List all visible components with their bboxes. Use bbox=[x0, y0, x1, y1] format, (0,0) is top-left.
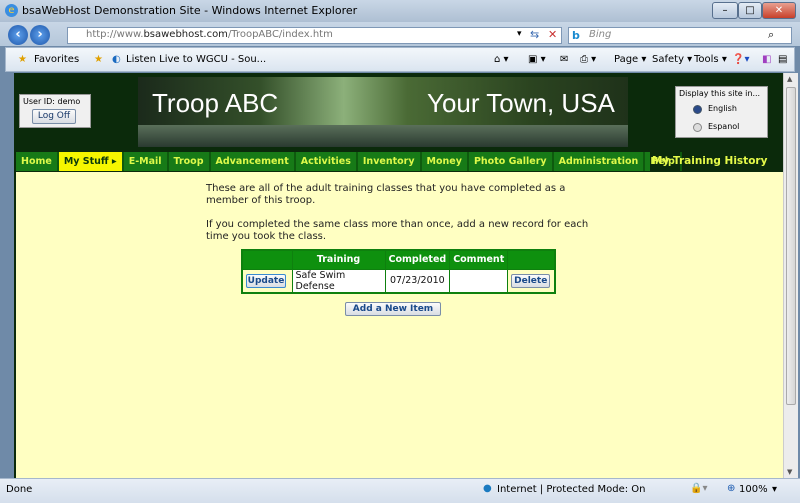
tools-menu[interactable]: Tools ▾ bbox=[694, 54, 727, 65]
intro-paragraph: These are all of the adult training clas… bbox=[206, 183, 566, 206]
search-placeholder: Bing bbox=[589, 29, 612, 40]
safety-menu-label: Safety bbox=[652, 54, 684, 65]
title-bar: bsaWebHost Demonstration Site - Windows … bbox=[0, 0, 800, 22]
main-nav: Home My Stuff ▸ E-Mail Troop Advancement… bbox=[16, 152, 682, 171]
close-button[interactable]: ✕ bbox=[762, 2, 796, 19]
nav-administration[interactable]: Administration bbox=[554, 152, 646, 171]
table-header-row: Training Completed Comment bbox=[241, 249, 556, 270]
page-title: My Training History bbox=[652, 155, 768, 167]
training-cell: Safe Swim Defense bbox=[291, 268, 386, 293]
log-off-button[interactable]: Log Off bbox=[32, 109, 76, 124]
header-training: Training bbox=[291, 249, 386, 270]
training-table: Training Completed Comment Update Safe S… bbox=[241, 249, 556, 294]
search-input[interactable]: Bing bbox=[568, 27, 792, 44]
window-title: bsaWebHost Demonstration Site - Windows … bbox=[22, 4, 358, 17]
update-button[interactable]: Update bbox=[246, 273, 286, 288]
banner-title-left: Troop ABC bbox=[152, 88, 279, 118]
nav-activities[interactable]: Activities bbox=[296, 152, 358, 171]
stop-icon[interactable]: ✕ bbox=[548, 28, 557, 41]
dropdown-icon[interactable]: ▾ bbox=[517, 29, 522, 39]
nav-advancement[interactable]: Advancement bbox=[211, 152, 296, 171]
status-text: Done bbox=[6, 484, 33, 495]
tools-menu-label: Tools bbox=[694, 54, 719, 65]
url-domain: bsawebhost.com bbox=[143, 29, 228, 40]
globe-icon: ● bbox=[483, 483, 492, 494]
page-menu-label: Page bbox=[614, 54, 639, 65]
nav-photo-gallery[interactable]: Photo Gallery bbox=[469, 152, 554, 171]
scroll-up-icon[interactable]: ▲ bbox=[787, 75, 792, 83]
add-new-item-button[interactable]: Add a New Item bbox=[345, 302, 441, 316]
mail-icon[interactable]: ✉ bbox=[560, 54, 568, 65]
favorite-tab-link[interactable]: Listen Live to WGCU - Sou... bbox=[126, 54, 266, 65]
language-box: Display this site in... English Espanol bbox=[675, 86, 768, 138]
safety-menu[interactable]: Safety ▾ bbox=[652, 54, 692, 65]
completed-cell: 07/23/2010 bbox=[384, 268, 451, 293]
table-row: Update Safe Swim Defense 07/23/2010 Dele… bbox=[241, 268, 556, 293]
status-bar: Done ● Internet | Protected Mode: On 🔒▾ … bbox=[0, 478, 800, 503]
zoom-dropdown-icon[interactable]: ▾ bbox=[772, 484, 777, 495]
zoom-icon[interactable]: ⊕ bbox=[727, 483, 735, 494]
favorites-button[interactable]: Favorites bbox=[34, 54, 79, 65]
english-label: English bbox=[708, 104, 737, 113]
back-button[interactable]: ‹ bbox=[8, 25, 28, 45]
content-area bbox=[16, 172, 783, 478]
update-cell: Update bbox=[241, 268, 293, 293]
favorites-star-icon: ★ bbox=[18, 54, 27, 65]
instruction-paragraph: If you completed the same class more tha… bbox=[206, 219, 589, 242]
refresh-icon[interactable]: ⇆ bbox=[530, 28, 539, 41]
comment-cell bbox=[449, 268, 509, 293]
nav-my-stuff[interactable]: My Stuff ▸ bbox=[58, 152, 124, 171]
header-blank bbox=[241, 249, 293, 270]
page-icon: ◐ bbox=[112, 54, 121, 65]
protected-mode-icon[interactable]: 🔒▾ bbox=[690, 483, 707, 494]
nav-home[interactable]: Home bbox=[16, 152, 59, 171]
header-blank-2 bbox=[507, 249, 556, 270]
scroll-down-icon[interactable]: ▼ bbox=[787, 468, 792, 476]
forward-button[interactable]: › bbox=[30, 25, 50, 45]
feeds-icon[interactable]: ▣ ▾ bbox=[528, 54, 546, 65]
add-favorite-icon[interactable]: ★ bbox=[94, 54, 103, 65]
home-icon[interactable]: ⌂ ▾ bbox=[494, 54, 509, 65]
maximize-button[interactable]: □ bbox=[738, 2, 762, 19]
url-path: /TroopABC/index.htm bbox=[227, 29, 333, 40]
delete-button[interactable]: Delete bbox=[511, 273, 551, 288]
banner-water bbox=[138, 125, 628, 147]
nav-money[interactable]: Money bbox=[422, 152, 469, 171]
minimize-button[interactable]: – bbox=[712, 2, 738, 19]
banner-title-right: Your Town, USA bbox=[427, 88, 615, 118]
bing-icon: b bbox=[572, 29, 580, 42]
delete-cell: Delete bbox=[507, 268, 556, 293]
ie-icon: e bbox=[5, 4, 18, 17]
nav-my-stuff-label: My Stuff bbox=[63, 156, 109, 167]
help-icon[interactable]: ❓▾ bbox=[732, 54, 749, 65]
header-completed: Completed bbox=[384, 249, 451, 270]
radio-english[interactable] bbox=[693, 105, 702, 114]
espanol-label: Espanol bbox=[708, 122, 740, 131]
header-comment: Comment bbox=[449, 249, 509, 270]
language-title: Display this site in... bbox=[679, 89, 761, 98]
address-input[interactable]: http://www.bsawebhost.com/TroopABC/index… bbox=[67, 27, 562, 44]
vertical-scrollbar[interactable]: ▲ ▼ bbox=[783, 73, 798, 478]
scrollbar-thumb[interactable] bbox=[786, 87, 796, 405]
search-icon[interactable]: ⌕ bbox=[768, 28, 774, 42]
security-zone: Internet | Protected Mode: On bbox=[497, 484, 646, 495]
radio-espanol[interactable] bbox=[693, 123, 702, 132]
nav-troop[interactable]: Troop bbox=[169, 152, 211, 171]
user-id-label: User ID: demo bbox=[23, 97, 81, 106]
zoom-level[interactable]: 100% bbox=[739, 484, 768, 495]
nav-email[interactable]: E-Mail bbox=[124, 152, 169, 171]
user-box: User ID: demo Log Off bbox=[19, 94, 91, 128]
nav-inventory[interactable]: Inventory bbox=[358, 152, 422, 171]
page-menu[interactable]: Page ▾ bbox=[614, 54, 646, 65]
onenote-icon[interactable]: ◧ bbox=[762, 54, 771, 65]
print-icon[interactable]: ⎙ ▾ bbox=[580, 54, 596, 65]
url-prefix: http://www. bbox=[86, 29, 144, 40]
favorites-bar: ★ Favorites ★ ◐ Listen Live to WGCU - So… bbox=[5, 47, 795, 72]
research-icon[interactable]: ▤ bbox=[778, 54, 787, 65]
